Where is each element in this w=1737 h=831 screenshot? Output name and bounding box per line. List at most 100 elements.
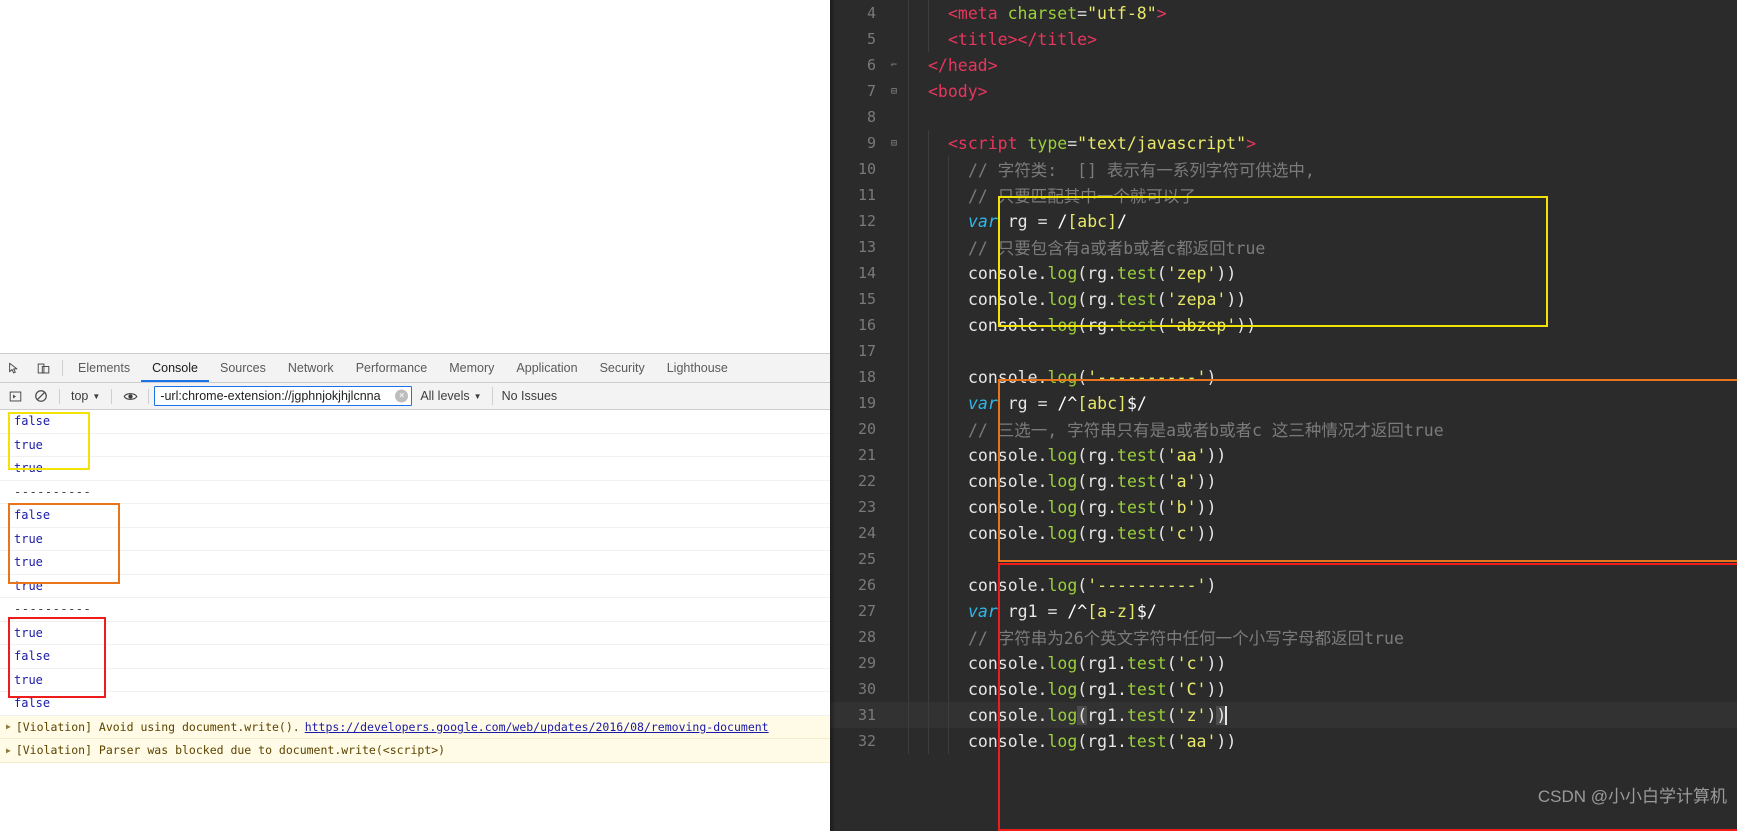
fold-toggle-icon[interactable]: ⊟	[886, 86, 902, 97]
console-violation-message[interactable]: ▶ [Violation] Parser was blocked due to …	[0, 739, 830, 763]
expand-triangle-icon[interactable]: ▶	[6, 722, 11, 731]
chevron-down-icon: ▼	[92, 392, 101, 401]
log-level-selector[interactable]: All levels ▼	[412, 389, 489, 403]
console-sidebar-toggle-icon[interactable]	[2, 383, 28, 409]
code-line[interactable]: 30 console.log(rg1.test('C'))	[830, 676, 1737, 702]
code-line[interactable]: 12 var rg = /[abc]/	[830, 208, 1737, 234]
code-token: >	[1246, 133, 1256, 153]
issues-button[interactable]: No Issues	[491, 387, 567, 405]
indent-guide	[908, 182, 909, 208]
code-token: // 只要包含有a或者b或者c都返回true	[968, 239, 1266, 258]
tab-memory[interactable]: Memory	[438, 354, 505, 382]
code-line[interactable]: 25	[830, 546, 1737, 572]
code-token: </head>	[928, 55, 998, 75]
code-token: test	[1117, 289, 1157, 309]
code-line[interactable]: 17	[830, 338, 1737, 364]
code-token: var	[968, 211, 998, 231]
indent-guide	[948, 416, 949, 442]
code-token: /	[1057, 211, 1068, 231]
code-line[interactable]: 10 // 字符类: [] 表示有一系列字符可供选中,	[830, 156, 1737, 182]
code-line[interactable]: 28 // 字符串为26个英文字符中任何一个小写字母都返回true	[830, 624, 1737, 650]
code-line[interactable]: 6 ⌐ </head>	[830, 52, 1737, 78]
code-line[interactable]: 24 console.log(rg.test('c'))	[830, 520, 1737, 546]
code-line[interactable]: 20 // 三选一, 字符串只有是a或者b或者c 这三种情况才返回true	[830, 416, 1737, 442]
code-line[interactable]: 8	[830, 104, 1737, 130]
code-text: console.log(rg.test('zep'))	[902, 264, 1236, 283]
console-filter-field[interactable]: ×	[154, 386, 413, 406]
tab-security[interactable]: Security	[589, 354, 656, 382]
console-violation-message[interactable]: ▶ [Violation] Avoid using document.write…	[0, 715, 830, 739]
code-editor-pane[interactable]: 4 <meta charset="utf-8"> 5 <title></title> 6…	[830, 0, 1737, 831]
violation-link[interactable]: https://developers.google.com/web/update…	[305, 720, 769, 734]
tab-lighthouse[interactable]: Lighthouse	[656, 354, 739, 382]
code-line[interactable]: 27 var rg1 = /^[a-z]$/	[830, 598, 1737, 624]
indent-guide	[908, 390, 909, 416]
indent-guide	[928, 338, 929, 364]
code-text: // 只要匹配其中一个就可以了	[902, 183, 1196, 207]
code-token: ))	[1196, 471, 1217, 491]
tab-console[interactable]: Console	[141, 354, 209, 382]
code-token: // 只要匹配其中一个就可以了	[968, 187, 1196, 206]
line-number: 28	[857, 628, 876, 646]
code-token: (	[1156, 471, 1167, 491]
code-line[interactable]: 16 console.log(rg.test('abzep'))	[830, 312, 1737, 338]
code-token: (rg.	[1077, 523, 1118, 543]
code-token: (	[1166, 705, 1177, 725]
indent-guide	[948, 676, 949, 702]
code-text: console.log(rg1.test('aa'))	[902, 732, 1236, 751]
code-line[interactable]: 14 console.log(rg.test('zep'))	[830, 260, 1737, 286]
code-line[interactable]: 15 console.log(rg.test('zepa'))	[830, 286, 1737, 312]
line-number: 20	[857, 420, 876, 438]
close-icon[interactable]: ×	[395, 389, 409, 403]
console-message-list[interactable]: false true true ---------- false true tr…	[0, 410, 830, 831]
code-line[interactable]: 26 console.log('----------')	[830, 572, 1737, 598]
expand-triangle-icon[interactable]: ▶	[6, 746, 11, 755]
code-line[interactable]: 22 console.log(rg.test('a'))	[830, 468, 1737, 494]
code-line[interactable]: 32 console.log(rg1.test('aa'))	[830, 728, 1737, 754]
line-number: 6	[866, 56, 876, 74]
live-expression-eye-icon[interactable]	[117, 383, 143, 409]
code-token: type	[1027, 133, 1068, 153]
tab-network[interactable]: Network	[277, 354, 345, 382]
line-number: 21	[857, 446, 876, 464]
code-token: console.	[968, 289, 1048, 309]
code-line[interactable]: 31 console.log(rg1.test('z'))	[830, 702, 1737, 728]
code-line[interactable]: 21 console.log(rg.test('aa'))	[830, 442, 1737, 468]
tab-performance[interactable]: Performance	[345, 354, 439, 382]
code-line[interactable]: 18 console.log('----------')	[830, 364, 1737, 390]
indent-guide	[928, 728, 929, 754]
device-toolbar-icon[interactable]	[29, 354, 58, 382]
tab-elements[interactable]: Elements	[67, 354, 141, 382]
code-token: (rg.	[1077, 497, 1118, 517]
code-line[interactable]: 13 // 只要包含有a或者b或者c都返回true	[830, 234, 1737, 260]
code-token: (rg.	[1077, 471, 1118, 491]
fold-toggle-icon[interactable]: ⊟	[886, 138, 902, 149]
code-lines[interactable]: 4 <meta charset="utf-8"> 5 <title></title> 6…	[830, 0, 1737, 754]
search-input[interactable]	[155, 387, 412, 405]
code-token: rg	[997, 393, 1038, 413]
code-token: <script	[948, 133, 1018, 153]
code-token: (	[1166, 731, 1177, 751]
code-token: test	[1126, 653, 1167, 673]
code-line[interactable]: 4 <meta charset="utf-8">	[830, 0, 1737, 26]
inspect-element-icon[interactable]	[0, 354, 29, 382]
indent-guide	[908, 234, 909, 260]
code-token: ))	[1196, 497, 1217, 517]
indent-guide	[908, 260, 909, 286]
code-line[interactable]: 11 // 只要匹配其中一个就可以了	[830, 182, 1737, 208]
code-line[interactable]: 23 console.log(rg.test('b'))	[830, 494, 1737, 520]
tab-sources[interactable]: Sources	[209, 354, 277, 382]
code-line[interactable]: 9 ⊟ <script type="text/javascript">	[830, 130, 1737, 156]
code-line[interactable]: 5 <title></title>	[830, 26, 1737, 52]
execution-context-selector[interactable]: top ▼	[65, 389, 106, 403]
code-text: // 字符串为26个英文字符中任何一个小写字母都返回true	[902, 625, 1404, 649]
indent-guide	[928, 364, 929, 390]
code-line[interactable]: 29 console.log(rg1.test('c'))	[830, 650, 1737, 676]
code-line[interactable]: 19 var rg = /^[abc]$/	[830, 390, 1737, 416]
code-token: rg	[997, 211, 1038, 231]
clear-console-icon[interactable]	[28, 383, 54, 409]
code-line[interactable]: 7 ⊟ <body>	[830, 78, 1737, 104]
line-number: 12	[857, 212, 876, 230]
fold-toggle-icon[interactable]: ⌐	[886, 60, 902, 71]
tab-application[interactable]: Application	[505, 354, 588, 382]
